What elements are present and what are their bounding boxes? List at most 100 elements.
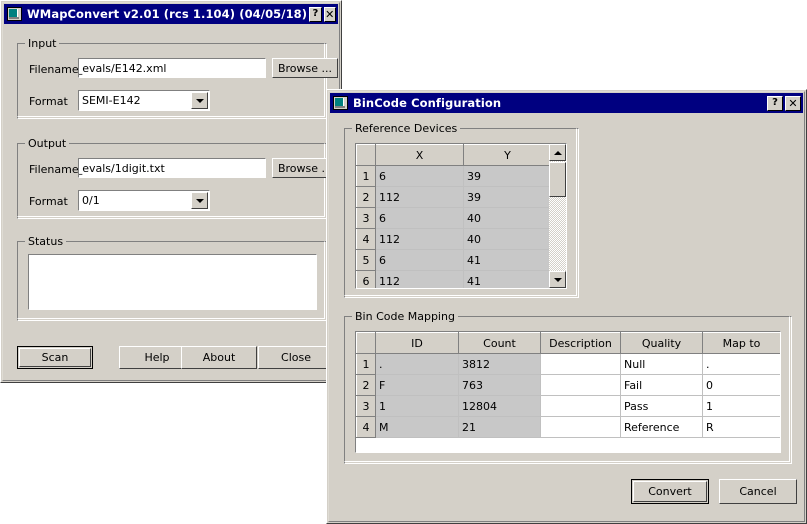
scrollbar-thumb[interactable] <box>549 162 566 197</box>
reference-devices-table: X Y 1 6 39 2 112 39 3 6 40 4 112 40 5 6 … <box>356 144 552 288</box>
cell-map-to[interactable]: 1 <box>702 395 780 417</box>
cell-map-to[interactable]: R <box>702 416 780 438</box>
cancel-button[interactable]: Cancel <box>719 479 797 504</box>
cell-count[interactable]: 21 <box>458 416 541 438</box>
column-header-quality[interactable]: Quality <box>620 332 703 354</box>
table-row[interactable]: 5 6 41 <box>356 249 552 271</box>
table-row[interactable]: 1 6 39 <box>356 165 552 187</box>
input-format-label: Format <box>29 95 68 108</box>
chevron-down-icon[interactable] <box>191 92 208 109</box>
output-format-label: Format <box>29 195 68 208</box>
help-titlebar-button[interactable]: ? <box>309 6 322 22</box>
cell-y[interactable]: 39 <box>463 165 552 187</box>
cell-description[interactable] <box>540 353 621 375</box>
bincode-titlebar[interactable]: BinCode Configuration ? ✕ <box>330 93 803 113</box>
output-format-value: 0/1 <box>82 194 100 207</box>
cell-count[interactable]: 12804 <box>458 395 541 417</box>
output-format-select[interactable]: 0/1 <box>78 190 210 211</box>
cell-id[interactable]: M <box>375 416 459 438</box>
status-text <box>29 255 316 259</box>
cell-y[interactable]: 41 <box>463 249 552 271</box>
scroll-up-arrow-icon[interactable] <box>549 144 566 161</box>
column-header-map-to[interactable]: Map to <box>702 332 780 354</box>
input-format-select[interactable]: SEMI-E142 <box>78 90 210 111</box>
scan-button[interactable]: Scan <box>17 346 93 369</box>
help-titlebar-button[interactable]: ? <box>767 95 783 111</box>
close-button[interactable]: Close <box>258 346 334 369</box>
column-header-description[interactable]: Description <box>540 332 621 354</box>
table-row[interactable]: 2 112 39 <box>356 186 552 208</box>
cell-count[interactable]: 763 <box>458 374 541 396</box>
cell-y[interactable]: 41 <box>463 270 552 288</box>
wmapconvert-titlebar[interactable]: WMapConvert v2.01 (rcs 1.104) (04/05/18)… <box>4 4 338 24</box>
cell-x[interactable]: 112 <box>375 228 464 250</box>
row-number[interactable]: 3 <box>356 207 376 229</box>
close-titlebar-button[interactable]: ✕ <box>785 95 801 111</box>
cell-quality[interactable]: Pass <box>620 395 703 417</box>
output-filename-field[interactable]: o_evals/1digit.txt <box>78 158 266 178</box>
cell-map-to[interactable]: 0 <box>702 374 780 396</box>
table-row[interactable]: 3 6 40 <box>356 207 552 229</box>
cell-x[interactable]: 6 <box>375 207 464 229</box>
input-format-value: SEMI-E142 <box>82 94 141 107</box>
scroll-down-arrow-icon[interactable] <box>549 271 566 288</box>
table-row[interactable]: 6 112 41 <box>356 270 552 288</box>
wmapconvert-window: WMapConvert v2.01 (rcs 1.104) (04/05/18)… <box>0 0 342 383</box>
row-number[interactable]: 1 <box>356 165 376 187</box>
about-button[interactable]: About <box>181 346 257 369</box>
bin-code-mapping-group: Bin Code Mapping ID Count Description Qu… <box>344 310 792 464</box>
cell-x[interactable]: 112 <box>375 186 464 208</box>
convert-button[interactable]: Convert <box>631 479 709 504</box>
cell-quality[interactable]: Null <box>620 353 703 375</box>
cell-description[interactable] <box>540 416 621 438</box>
row-number[interactable]: 4 <box>356 416 376 438</box>
column-header-id[interactable]: ID <box>375 332 459 354</box>
cell-quality[interactable]: Fail <box>620 374 703 396</box>
cell-count[interactable]: 3812 <box>458 353 541 375</box>
cell-id[interactable]: . <box>375 353 459 375</box>
cell-description[interactable] <box>540 395 621 417</box>
row-number[interactable]: 6 <box>356 270 376 288</box>
row-number[interactable]: 2 <box>356 374 376 396</box>
column-header-x[interactable]: X <box>375 144 464 166</box>
output-group-label: Output <box>25 137 70 150</box>
row-number[interactable]: 3 <box>356 395 376 417</box>
table-row[interactable]: 1 . 3812 Null . <box>356 353 780 375</box>
input-browse-button[interactable]: Browse ... <box>272 58 338 78</box>
cell-x[interactable]: 6 <box>375 165 464 187</box>
cell-id[interactable]: F <box>375 374 459 396</box>
cell-map-to[interactable]: . <box>702 353 780 375</box>
cell-description[interactable] <box>540 374 621 396</box>
table-row[interactable]: 4 M 21 Reference R <box>356 416 780 438</box>
bincode-configuration-dialog: BinCode Configuration ? ✕ Reference Devi… <box>326 89 807 524</box>
row-number[interactable]: 2 <box>356 186 376 208</box>
table-row[interactable]: 2 F 763 Fail 0 <box>356 374 780 396</box>
reference-devices-grid[interactable]: X Y 1 6 39 2 112 39 3 6 40 4 112 40 5 6 … <box>355 143 567 289</box>
column-header-count[interactable]: Count <box>458 332 541 354</box>
bin-code-mapping-grid[interactable]: ID Count Description Quality Map to 1 . … <box>355 331 781 453</box>
cell-quality[interactable]: Reference <box>620 416 703 438</box>
chevron-down-icon[interactable] <box>191 192 208 209</box>
cell-y[interactable]: 40 <box>463 228 552 250</box>
close-titlebar-button[interactable]: ✕ <box>323 6 336 22</box>
row-number[interactable]: 4 <box>356 228 376 250</box>
output-group: Output Filename o_evals/1digit.txt Brows… <box>17 137 338 219</box>
cell-x[interactable]: 6 <box>375 249 464 271</box>
app-window-icon <box>333 96 348 110</box>
cell-x[interactable]: 112 <box>375 270 464 288</box>
row-number[interactable]: 5 <box>356 249 376 271</box>
cell-id[interactable]: 1 <box>375 395 459 417</box>
input-filename-field[interactable]: o_evals/E142.xml <box>78 58 266 78</box>
reference-devices-scrollbar[interactable] <box>549 144 566 288</box>
screen: WMapConvert v2.01 (rcs 1.104) (04/05/18)… <box>0 0 807 524</box>
output-filename-label: Filename <box>29 163 79 176</box>
status-textarea[interactable] <box>28 254 317 310</box>
bin-code-mapping-label: Bin Code Mapping <box>352 310 458 323</box>
table-row[interactable]: 4 112 40 <box>356 228 552 250</box>
cell-y[interactable]: 40 <box>463 207 552 229</box>
cell-y[interactable]: 39 <box>463 186 552 208</box>
table-row[interactable]: 3 1 12804 Pass 1 <box>356 395 780 417</box>
row-number[interactable]: 1 <box>356 353 376 375</box>
bincode-title: BinCode Configuration <box>353 96 502 110</box>
column-header-y[interactable]: Y <box>463 144 552 166</box>
